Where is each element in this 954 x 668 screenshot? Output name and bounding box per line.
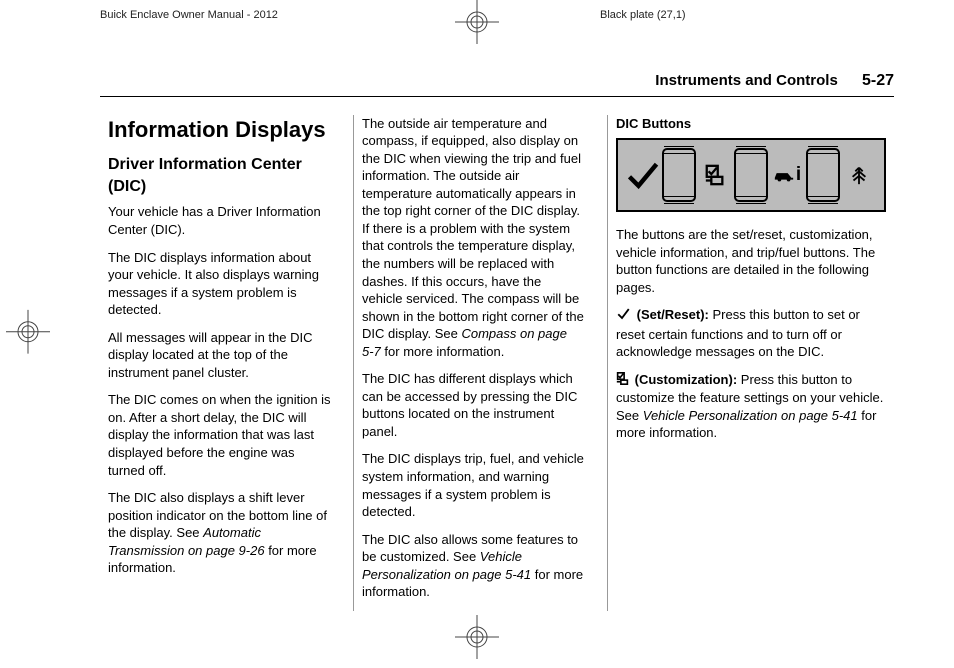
button-pill [662,148,696,202]
vehicle-info-icon: i [768,156,806,194]
trip-fuel-icon [840,156,878,194]
para-set-reset: (Set/Reset): Press this button to set or… [616,306,886,361]
column-2: The outside air temperature and compass,… [353,115,593,611]
para: The DIC has different displays which can… [362,370,585,440]
para-customization: (Customization): Press this button to cu… [616,371,886,442]
column-1: Information Displays Driver Information … [100,115,339,611]
text: for more information. [381,344,505,359]
page: Buick Enclave Owner Manual - 2012 Black … [0,0,954,668]
para: The buttons are the set/reset, customiza… [616,226,886,296]
customization-icon [616,372,629,390]
xref-vehicle-personalization: Vehicle Personalization on page 5‑41 [643,408,858,423]
h3-dic-buttons: DIC Buttons [616,115,886,133]
text: The outside air temperature and compass,… [362,116,584,342]
plate-label: Black plate (27,1) [600,8,686,23]
content-area: Instruments and Controls 5-27 Informatio… [100,70,894,611]
para: The DIC also allows some features to be … [362,531,585,601]
para: The DIC also displays a shift lever posi… [108,489,331,577]
para: The DIC displays trip, fuel, and vehicle… [362,450,585,520]
manual-title: Buick Enclave Owner Manual - 2012 [100,8,278,23]
para: The outside air temperature and compass,… [362,115,585,361]
column-3: DIC Buttons i [607,115,894,611]
label-customization: (Customization): [631,372,737,387]
button-pill [734,148,768,202]
customization-icon [696,156,734,194]
dic-buttons-figure: i [616,138,886,212]
columns: Information Displays Driver Information … [100,115,894,611]
para: The DIC comes on when the ignition is on… [108,391,331,479]
set-reset-check-icon [624,156,662,194]
registration-mark-top-icon [455,0,499,49]
registration-mark-left-icon [6,310,50,359]
para: All messages will appear in the DIC disp… [108,329,331,382]
button-pill [806,148,840,202]
para: Your vehicle has a Driver Information Ce… [108,203,331,238]
running-head: Instruments and Controls 5-27 [100,70,894,97]
h1-information-displays: Information Displays [108,115,331,145]
section-title: Instruments and Controls [655,72,838,89]
text: The DIC also allows some features to be … [362,532,578,565]
set-reset-check-icon [616,306,631,326]
page-number: 5-27 [862,72,894,89]
h2-dic: Driver Information Center (DIC) [108,154,331,197]
registration-mark-bottom-icon [455,615,499,664]
para: The DIC displays information about your … [108,249,331,319]
label-set-reset: (Set/Reset): [633,308,709,323]
